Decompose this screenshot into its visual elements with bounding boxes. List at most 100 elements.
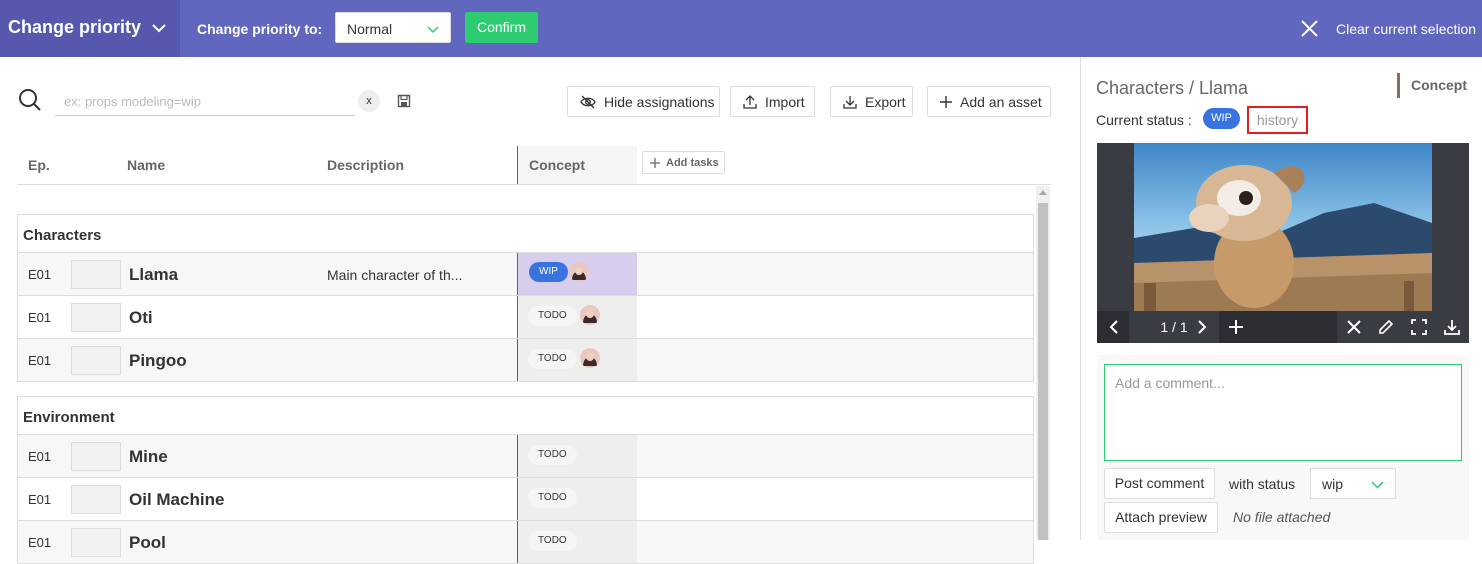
- thumbnail[interactable]: [71, 485, 121, 514]
- status-badge[interactable]: TODO: [528, 349, 577, 369]
- section-title: Environment: [23, 409, 115, 426]
- plus-icon[interactable]: [1227, 318, 1245, 336]
- chevron-right-icon[interactable]: [1193, 318, 1211, 336]
- close-icon[interactable]: [1345, 318, 1363, 336]
- preview-viewer: 1 / 1: [1097, 143, 1469, 343]
- comment-form: Add a comment... Post comment with statu…: [1097, 355, 1469, 540]
- search-input[interactable]: [55, 88, 355, 116]
- thumbnail[interactable]: [71, 442, 121, 471]
- comment-textarea[interactable]: Add a comment...: [1104, 364, 1462, 461]
- episode-cell: E01: [28, 310, 52, 325]
- asset-name[interactable]: Oil Machine: [129, 490, 224, 510]
- hide-assignations-button[interactable]: Hide assignations: [567, 86, 720, 117]
- export-label: Export: [865, 93, 906, 110]
- column-header-ep[interactable]: Ep.: [28, 157, 50, 173]
- download-icon: [843, 95, 857, 109]
- section-header: Environment: [17, 396, 1034, 435]
- comment-status-select[interactable]: wip: [1310, 468, 1396, 499]
- status-badge[interactable]: TODO: [528, 306, 577, 326]
- asset-name[interactable]: Oti: [129, 308, 153, 328]
- plus-icon: [940, 95, 952, 108]
- no-file-label: No file attached: [1233, 509, 1331, 525]
- add-tasks-button[interactable]: Add tasks: [642, 151, 725, 174]
- chevron-down-icon: [1371, 481, 1384, 489]
- section-title: Characters: [23, 227, 102, 244]
- thumbnail[interactable]: [71, 528, 121, 557]
- table-row[interactable]: E01 Oil Machine TODO: [17, 478, 1034, 521]
- preview-controls: 1 / 1: [1097, 311, 1469, 343]
- priority-label: Change priority to:: [197, 21, 323, 37]
- chevron-down-icon: [427, 26, 439, 34]
- thumbnail[interactable]: [71, 346, 121, 375]
- status-badge: WIP: [1203, 108, 1240, 129]
- concept-task-cell[interactable]: TODO: [517, 339, 637, 381]
- post-comment-button[interactable]: Post comment: [1104, 468, 1215, 499]
- priority-select[interactable]: Normal: [335, 12, 451, 43]
- asset-name[interactable]: Pool: [129, 533, 166, 553]
- episode-cell: E01: [28, 267, 52, 282]
- add-asset-button[interactable]: Add an asset: [927, 86, 1051, 117]
- history-link[interactable]: history: [1247, 106, 1308, 134]
- concept-task-cell[interactable]: TODO: [517, 521, 637, 563]
- eye-off-icon: [580, 95, 596, 108]
- fullscreen-icon[interactable]: [1410, 318, 1428, 336]
- action-bar: Change priority Change priority to: Norm…: [0, 0, 1482, 57]
- pencil-icon[interactable]: [1377, 318, 1395, 336]
- action-title: Change priority: [8, 17, 142, 37]
- import-label: Import: [765, 93, 805, 110]
- status-badge[interactable]: TODO: [528, 488, 577, 508]
- attach-preview-button[interactable]: Attach preview: [1104, 502, 1218, 533]
- description-cell: Main character of th...: [327, 267, 463, 283]
- asset-name[interactable]: Mine: [129, 447, 168, 467]
- table-row[interactable]: E01 Pingoo TODO: [17, 339, 1034, 382]
- table-row[interactable]: E01 Oti TODO: [17, 296, 1034, 339]
- avatar: [580, 348, 600, 368]
- chevron-down-icon[interactable]: [150, 19, 168, 37]
- header-divider: [17, 184, 1050, 185]
- episode-cell: E01: [28, 353, 52, 368]
- preview-actions: [1337, 311, 1469, 343]
- search-icon: [19, 89, 41, 111]
- clear-selection-button[interactable]: Clear current selection: [1336, 21, 1476, 37]
- add-asset-label: Add an asset: [960, 93, 1042, 110]
- chevron-left-icon[interactable]: [1105, 318, 1123, 336]
- thumbnail[interactable]: [71, 303, 121, 332]
- thumbnail[interactable]: [71, 260, 121, 289]
- add-tasks-label: Add tasks: [666, 156, 719, 169]
- concept-task-cell[interactable]: TODO: [517, 478, 637, 520]
- status-badge[interactable]: WIP: [529, 262, 568, 282]
- table-row[interactable]: E01 Mine TODO: [17, 435, 1034, 478]
- episode-cell: E01: [28, 535, 52, 550]
- concept-task-cell[interactable]: TODO: [517, 435, 637, 477]
- preview-image[interactable]: [1134, 143, 1432, 311]
- status-badge[interactable]: TODO: [528, 531, 577, 551]
- column-header-name[interactable]: Name: [127, 157, 165, 173]
- table-row[interactable]: E01 Pool TODO: [17, 521, 1034, 564]
- download-icon[interactable]: [1443, 318, 1461, 336]
- column-header-concept[interactable]: Concept: [517, 146, 637, 184]
- with-status-label: with status: [1229, 476, 1296, 492]
- section-header: Characters: [17, 214, 1034, 253]
- concept-task-cell[interactable]: TODO: [517, 296, 637, 338]
- close-icon[interactable]: [1300, 19, 1319, 38]
- table-row[interactable]: E01 Llama Main character of th... WIP: [17, 253, 1034, 296]
- episode-cell: E01: [28, 449, 52, 464]
- scroll-up-arrow[interactable]: [1039, 190, 1047, 195]
- column-header-concept-label: Concept: [529, 157, 585, 173]
- avatar: [580, 305, 600, 325]
- asset-name[interactable]: Llama: [129, 265, 178, 285]
- asset-name[interactable]: Pingoo: [129, 351, 187, 371]
- action-menu[interactable]: Change priority: [0, 0, 180, 57]
- task-type-tag: Concept: [1397, 73, 1467, 98]
- save-icon[interactable]: [397, 94, 411, 108]
- upload-icon: [743, 94, 757, 109]
- plus-icon: [650, 157, 660, 168]
- scrollbar-thumb[interactable]: [1038, 203, 1048, 540]
- search-clear-button[interactable]: x: [358, 90, 380, 112]
- import-button[interactable]: Import: [730, 86, 815, 117]
- column-header-description[interactable]: Description: [327, 157, 404, 173]
- export-button[interactable]: Export: [830, 86, 913, 117]
- confirm-button[interactable]: Confirm: [465, 12, 538, 43]
- concept-task-cell[interactable]: WIP: [517, 253, 637, 295]
- status-badge[interactable]: TODO: [528, 445, 577, 465]
